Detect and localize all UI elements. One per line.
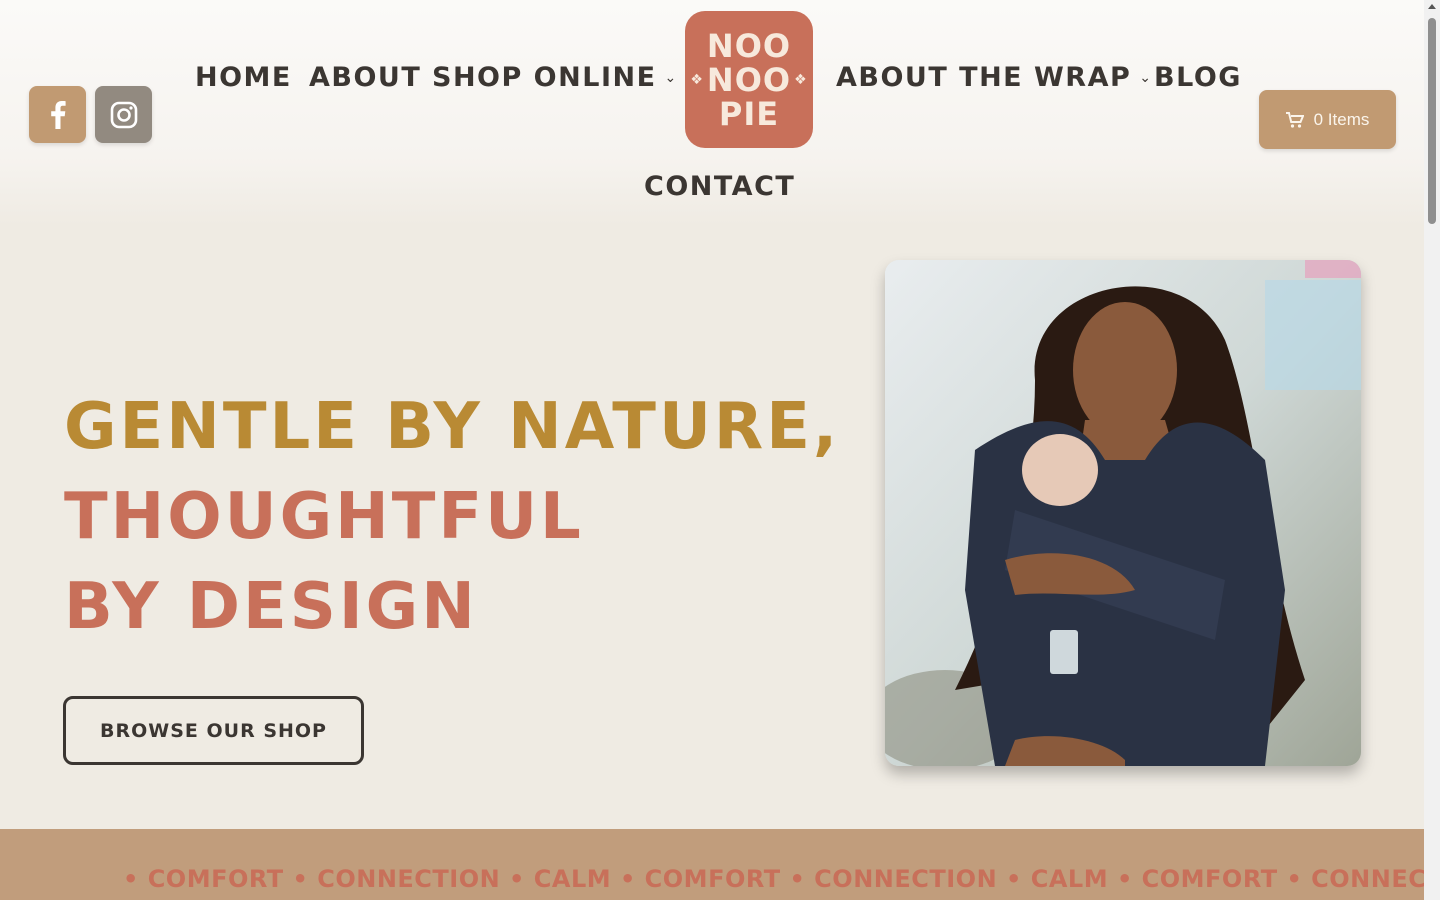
social-links: [29, 86, 152, 143]
nav-home[interactable]: Home: [195, 62, 292, 93]
site-logo[interactable]: NOO ❖ NOO ❖ PIE: [685, 11, 813, 148]
mother-with-baby-in-wrap-photo: [885, 260, 1361, 766]
instagram-icon: [110, 101, 137, 128]
nav-contact[interactable]: Contact: [644, 171, 795, 202]
cart-icon: [1285, 111, 1304, 128]
sparkle-icon: ❖: [690, 71, 704, 88]
nav-about-the-wrap-label: About The Wrap: [836, 62, 1132, 93]
hero-headline: Gentle by nature, thoughtful by design: [64, 382, 840, 652]
browse-shop-button[interactable]: Browse our shop: [63, 696, 364, 765]
scrollbar[interactable]: [1424, 0, 1440, 900]
nav-about-the-wrap[interactable]: About The Wrap ⌄: [836, 62, 1153, 93]
browse-shop-button-label: Browse our shop: [100, 719, 327, 742]
nav-shop-online[interactable]: Shop Online ⌄: [432, 62, 678, 93]
logo-line-1: NOO: [706, 26, 792, 65]
sparkle-icon: ❖: [794, 71, 808, 88]
hero-headline-line-1: Gentle by nature,: [64, 390, 841, 464]
nav-about-label: About: [309, 62, 422, 93]
hero-photo: [885, 260, 1361, 766]
scroll-up-arrow-icon[interactable]: [1428, 4, 1436, 9]
nav-about[interactable]: About: [309, 62, 421, 93]
instagram-button[interactable]: [95, 86, 152, 143]
hero-headline-line-3: by design: [64, 570, 478, 644]
nav-blog[interactable]: Blog: [1154, 62, 1242, 93]
nav-blog-label: Blog: [1154, 62, 1242, 93]
site-header: Home About Shop Online ⌄ NOO ❖ NOO ❖ PIE…: [0, 0, 1424, 225]
cart-button[interactable]: 0 Items: [1259, 90, 1396, 149]
hero-headline-line-2: thoughtful: [64, 480, 584, 554]
logo-line-2: NOO: [706, 60, 792, 99]
facebook-button[interactable]: [29, 86, 86, 143]
marquee-banner: • COMFORT • CONNECTION • CALM • COMFORT …: [0, 829, 1424, 900]
logo-line-3: PIE: [718, 94, 780, 133]
logo-line-2-row: ❖ NOO ❖: [690, 63, 807, 97]
nav-contact-label: Contact: [644, 171, 796, 202]
cart-label: 0 Items: [1313, 109, 1370, 129]
scrollbar-thumb[interactable]: [1428, 18, 1436, 224]
chevron-down-icon: ⌄: [664, 69, 678, 86]
marquee-text: • COMFORT • CONNECTION • CALM • COMFORT …: [123, 865, 1424, 893]
chevron-down-icon: ⌄: [1139, 69, 1153, 86]
nav-home-label: Home: [195, 62, 292, 93]
nav-shop-online-label: Shop Online: [432, 62, 657, 93]
facebook-icon: [50, 100, 66, 129]
